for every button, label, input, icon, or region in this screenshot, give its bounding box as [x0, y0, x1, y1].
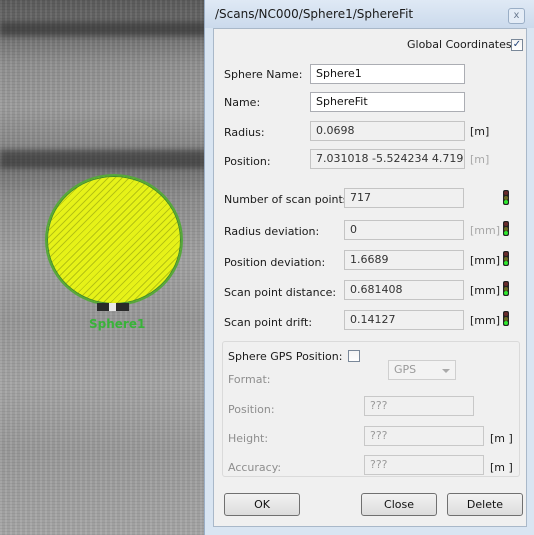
radius-unit: [m] — [470, 125, 490, 138]
gps-format-select[interactable]: GPS — [388, 360, 456, 380]
traffic-light-green-icon — [503, 221, 509, 236]
scan-point-drift-label: Scan point drift: — [224, 316, 313, 329]
scan-viewport[interactable]: Sphere1 — [0, 0, 206, 535]
global-coordinates-checkbox[interactable]: ✓ — [511, 39, 523, 51]
traffic-light-green-icon — [503, 281, 509, 296]
scan-points-field[interactable]: 717 — [344, 188, 464, 208]
scan-point-distance-field[interactable]: 0.681408 — [344, 280, 464, 300]
scan-point-drift-field[interactable]: 0.14127 — [344, 310, 464, 330]
ok-button[interactable]: OK — [224, 493, 300, 516]
position-label: Position: — [224, 155, 271, 168]
gps-accuracy-field[interactable]: ??? — [364, 455, 484, 475]
sphere-name-label: Sphere Name: — [224, 68, 303, 81]
close-icon[interactable]: x — [508, 8, 525, 24]
position-deviation-label: Position deviation: — [224, 256, 326, 269]
dialog-client-area: Global Coordinates: ✓ Sphere Name: Spher… — [213, 28, 527, 527]
gps-accuracy-unit: [m ] — [490, 461, 513, 474]
gps-accuracy-label: Accuracy: — [228, 461, 282, 474]
traffic-light-green-icon — [503, 190, 509, 205]
radius-deviation-unit: [mm] — [470, 224, 501, 237]
radius-label: Radius: — [224, 126, 265, 139]
fitted-sphere-marker[interactable] — [45, 174, 183, 306]
position-deviation-unit: [mm] — [470, 254, 501, 267]
dialog-title: /Scans/NC000/Sphere1/SphereFit — [215, 7, 414, 21]
chevron-down-icon — [442, 369, 450, 373]
scan-dark-band — [0, 150, 206, 168]
dialog-titlebar[interactable]: /Scans/NC000/Sphere1/SphereFit x — [205, 0, 534, 28]
scan-point-distance-unit: [mm] — [470, 284, 501, 297]
gps-position-label: Position: — [228, 403, 275, 416]
delete-button[interactable]: Delete — [447, 493, 523, 516]
scan-dark-band — [0, 22, 206, 36]
gps-height-label: Height: — [228, 432, 269, 445]
position-unit: [m] — [470, 153, 490, 166]
gps-height-field[interactable]: ??? — [364, 426, 484, 446]
scan-points-label: Number of scan points: — [224, 193, 353, 206]
sphere-fit-dialog: /Scans/NC000/Sphere1/SphereFit x Global … — [204, 0, 534, 535]
scan-point-drift-unit: [mm] — [470, 314, 501, 327]
gps-position-field[interactable]: ??? — [364, 396, 474, 416]
traffic-light-green-icon — [503, 311, 509, 326]
sphere-gps-label: Sphere GPS Position: — [228, 350, 343, 363]
scan-point-distance-label: Scan point distance: — [224, 286, 337, 299]
name-label: Name: — [224, 96, 261, 109]
gps-format-value: GPS — [394, 363, 417, 376]
traffic-light-green-icon — [503, 251, 509, 266]
radius-deviation-field[interactable]: 0 — [344, 220, 464, 240]
sphere-name-input[interactable]: Sphere1 — [310, 64, 465, 84]
position-field[interactable]: 7.031018 -5.524234 4.719772 — [310, 149, 465, 169]
gps-format-label: Format: — [228, 373, 271, 386]
sphere-anchor-mark — [97, 303, 129, 311]
sphere-label[interactable]: Sphere1 — [89, 317, 145, 331]
close-button[interactable]: Close — [361, 493, 437, 516]
radius-deviation-label: Radius deviation: — [224, 225, 320, 238]
gps-height-unit: [m ] — [490, 432, 513, 445]
position-deviation-field[interactable]: 1.6689 — [344, 250, 464, 270]
sphere-gps-checkbox[interactable] — [348, 350, 360, 362]
fit-name-input[interactable]: SphereFit — [310, 92, 465, 112]
radius-field[interactable]: 0.0698 — [310, 121, 465, 141]
global-coordinates-label: Global Coordinates: — [407, 38, 516, 51]
